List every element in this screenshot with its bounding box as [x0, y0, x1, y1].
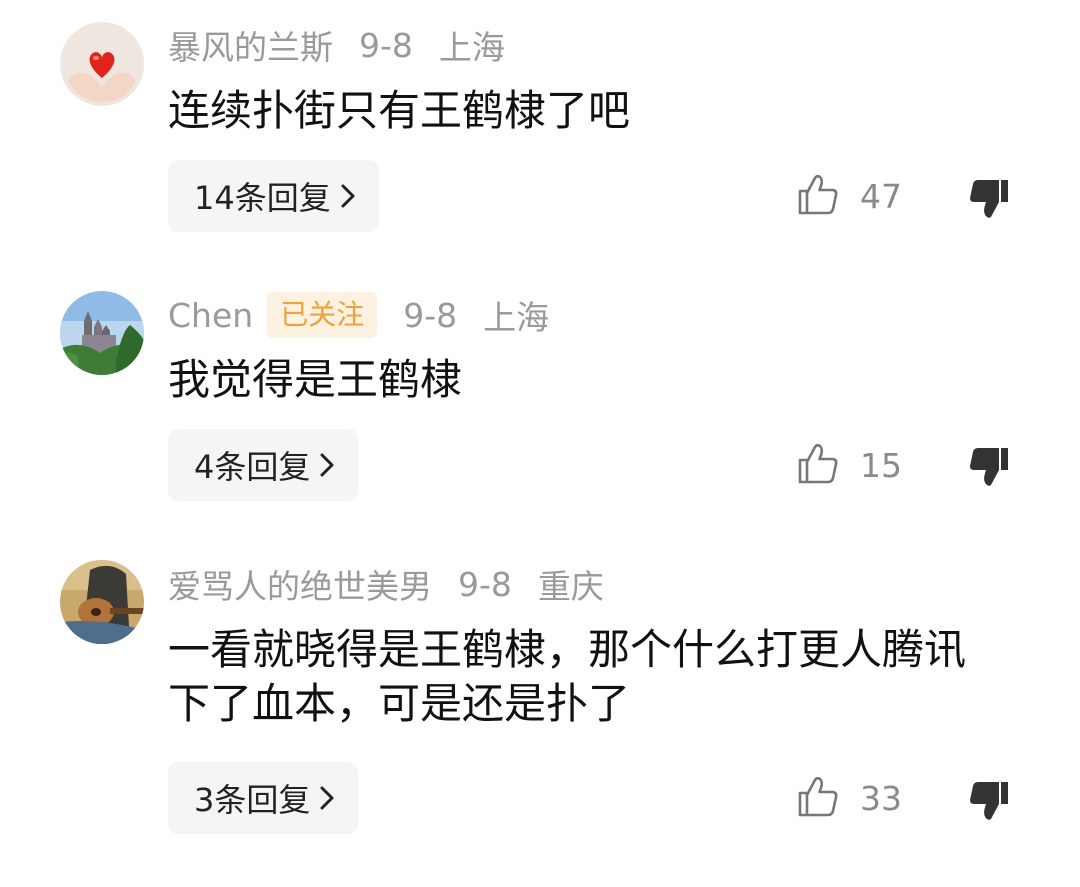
comment-date: 9-8 — [403, 295, 458, 335]
dislike-button[interactable] — [968, 444, 1012, 492]
reply-count-label: 14条回复 — [194, 179, 331, 217]
avatar[interactable] — [60, 560, 144, 644]
view-replies-button[interactable]: 3条回复 — [168, 762, 359, 834]
thumbs-down-icon — [968, 782, 1012, 826]
comment-location: 重庆 — [537, 567, 604, 606]
view-replies-button[interactable]: 4条回复 — [168, 429, 359, 501]
like-button[interactable]: 33 — [796, 774, 902, 822]
like-button[interactable]: 15 — [796, 441, 902, 489]
chevron-right-icon — [320, 453, 334, 477]
reply-count-label: 3条回复 — [194, 781, 311, 819]
like-count: 15 — [860, 445, 902, 485]
avatar[interactable] — [60, 22, 144, 106]
comment-location: 上海 — [483, 298, 550, 337]
comment-meta: Chen 已关注 9-8 上海 — [168, 291, 549, 339]
username[interactable]: Chen — [168, 296, 253, 335]
castle-landscape-avatar — [60, 291, 144, 375]
following-badge: 已关注 — [267, 292, 378, 338]
comment-text: 一看就晓得是王鹤棣，那个什么打更人腾讯下了血本，可是还是扑了 — [168, 625, 967, 728]
comment-text: 连续扑街只有王鹤棣了吧 — [168, 86, 631, 135]
comment-text: 我觉得是王鹤棣 — [168, 355, 463, 404]
username[interactable]: 爱骂人的绝世美男 — [168, 560, 432, 608]
thumbs-up-icon — [796, 774, 840, 822]
avatar[interactable] — [60, 291, 144, 375]
chevron-right-icon — [320, 786, 334, 810]
username[interactable]: 暴风的兰斯 — [168, 21, 333, 69]
dislike-button[interactable] — [968, 176, 1012, 224]
comment-meta: 爱骂人的绝世美男 9-8 重庆 — [168, 560, 604, 608]
guitar-player-avatar — [60, 560, 144, 644]
thumbs-down-icon — [968, 448, 1012, 492]
like-count: 47 — [860, 176, 902, 216]
like-button[interactable]: 47 — [796, 172, 902, 220]
thumbs-up-icon — [796, 441, 840, 489]
heart-in-hands-avatar — [60, 22, 144, 106]
comment-date: 9-8 — [458, 564, 512, 604]
comment-date: 9-8 — [359, 25, 413, 65]
thumbs-down-icon — [968, 180, 1012, 224]
like-count: 33 — [860, 778, 902, 818]
dislike-button[interactable] — [968, 778, 1012, 826]
view-replies-button[interactable]: 14条回复 — [168, 160, 379, 232]
thumbs-up-icon — [796, 172, 840, 220]
reply-count-label: 4条回复 — [194, 448, 311, 486]
comment-location: 上海 — [438, 28, 505, 67]
chevron-right-icon — [341, 184, 355, 208]
comment-meta: 暴风的兰斯 9-8 上海 — [168, 21, 505, 69]
